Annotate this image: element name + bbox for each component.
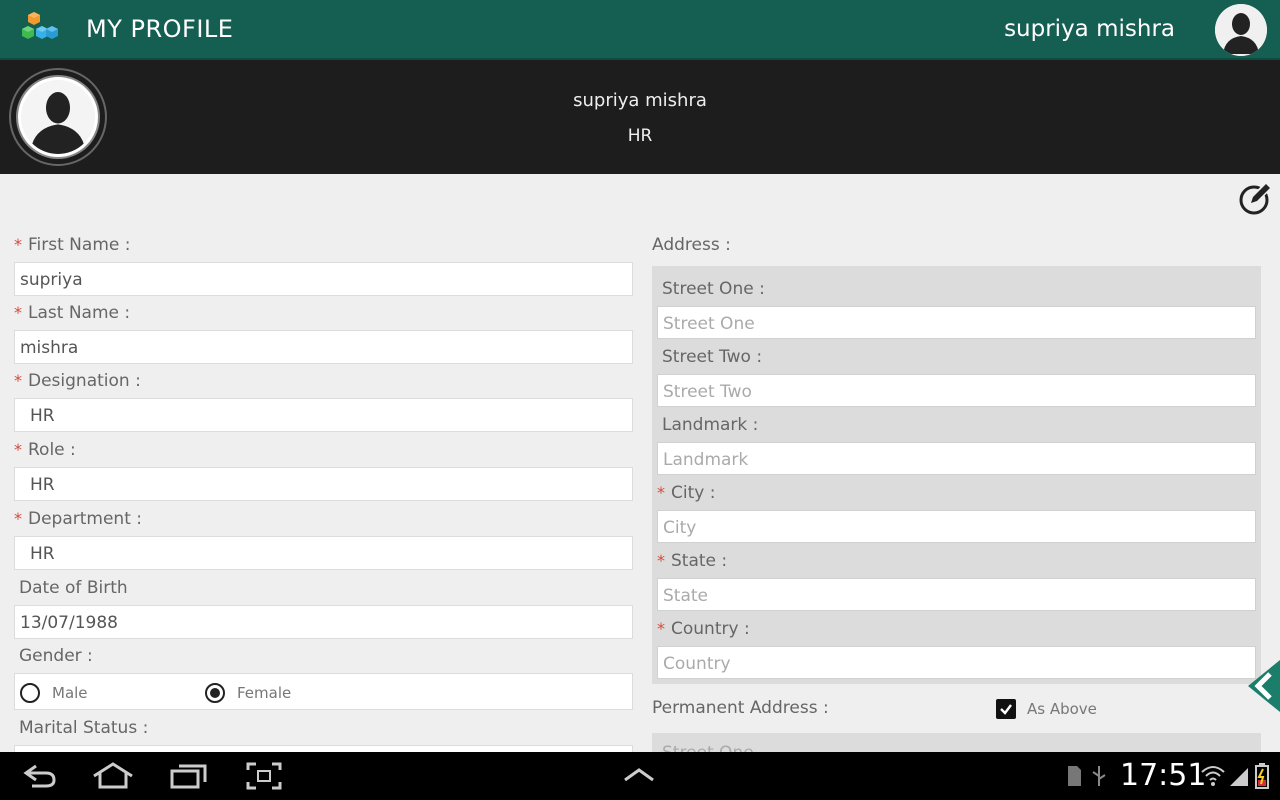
page-title: MY PROFILE xyxy=(86,15,234,43)
state-input[interactable]: State xyxy=(657,578,1256,611)
city-input[interactable]: City xyxy=(657,510,1256,543)
country-label: * Country : xyxy=(657,619,750,639)
required-mark: * xyxy=(14,235,22,254)
gender-male-radio[interactable] xyxy=(20,683,40,703)
gender-radio-group: Male Female xyxy=(14,673,633,710)
first-name-field[interactable]: supriya xyxy=(14,262,633,296)
user-silhouette-icon xyxy=(1215,4,1267,56)
permanent-address-panel: Street One xyxy=(652,733,1261,753)
header-user-name: supriya mishra xyxy=(1004,16,1175,42)
address-label: Address : xyxy=(652,235,731,255)
drawer-handle-icon[interactable] xyxy=(1248,660,1280,712)
required-mark: * xyxy=(657,619,665,638)
permanent-address-label: Permanent Address : xyxy=(652,698,829,718)
app-bar: MY PROFILE supriya mishra xyxy=(0,0,1280,60)
gender-label: Gender : xyxy=(19,646,93,666)
chevron-up-icon[interactable] xyxy=(622,766,656,784)
required-mark: * xyxy=(657,483,665,502)
dob-field[interactable]: 13/07/1988 xyxy=(14,605,633,639)
gender-male-label[interactable]: Male xyxy=(52,684,88,702)
department-label-text: Department : xyxy=(28,509,143,529)
required-mark: * xyxy=(657,551,665,570)
country-label-text: Country : xyxy=(671,619,750,639)
app-logo-icon[interactable] xyxy=(18,10,62,50)
status-clock: 17:51 xyxy=(1120,758,1207,793)
checkmark-icon xyxy=(1000,704,1012,715)
sd-card-icon xyxy=(1068,766,1081,786)
wifi-icon xyxy=(1201,766,1225,786)
first-name-label: * First Name : xyxy=(14,235,130,255)
system-nav-bar: 17:51 xyxy=(0,752,1280,800)
dob-label: Date of Birth xyxy=(19,578,128,598)
edit-icon[interactable] xyxy=(1238,182,1272,216)
first-name-label-text: First Name : xyxy=(28,235,131,255)
department-field[interactable]: HR xyxy=(14,536,633,570)
gender-female-radio[interactable] xyxy=(205,683,225,703)
required-mark: * xyxy=(14,371,22,390)
recent-apps-icon[interactable] xyxy=(170,762,208,790)
last-name-label: * Last Name : xyxy=(14,303,130,323)
last-name-label-text: Last Name : xyxy=(28,303,131,323)
street-one-input[interactable]: Street One xyxy=(657,306,1256,339)
landmark-label: Landmark : xyxy=(662,415,759,435)
city-label-text: City : xyxy=(671,483,716,503)
designation-label-text: Designation : xyxy=(28,371,141,391)
street-two-input[interactable]: Street Two xyxy=(657,374,1256,407)
required-mark: * xyxy=(14,440,22,459)
role-label-text: Role : xyxy=(28,440,76,460)
profile-avatar[interactable] xyxy=(9,68,107,166)
landmark-input[interactable]: Landmark xyxy=(657,442,1256,475)
designation-label: * Designation : xyxy=(14,371,141,391)
battery-icon xyxy=(1255,763,1269,789)
gender-female-label[interactable]: Female xyxy=(237,684,291,702)
street-one-label: Street One : xyxy=(662,279,765,299)
city-label: * City : xyxy=(657,483,715,503)
profile-name: supriya mishra xyxy=(573,90,707,111)
required-mark: * xyxy=(14,509,22,528)
country-input[interactable]: Country xyxy=(657,646,1256,679)
state-label: * State : xyxy=(657,551,727,571)
last-name-field[interactable]: mishra xyxy=(14,330,633,364)
marital-status-label: Marital Status : xyxy=(19,718,149,738)
as-above-checkbox[interactable] xyxy=(996,699,1016,719)
role-field[interactable]: HR xyxy=(14,467,633,501)
home-icon[interactable] xyxy=(92,762,134,790)
role-label: * Role : xyxy=(14,440,76,460)
signal-icon xyxy=(1230,768,1248,786)
department-label: * Department : xyxy=(14,509,142,529)
as-above-label[interactable]: As Above xyxy=(1027,700,1097,718)
state-label-text: State : xyxy=(671,551,728,571)
usb-icon xyxy=(1092,766,1106,786)
street-two-label: Street Two : xyxy=(662,347,763,367)
profile-role: HR xyxy=(627,126,653,146)
screenshot-icon[interactable] xyxy=(246,762,282,790)
required-mark: * xyxy=(14,303,22,322)
profile-header: supriya mishra HR xyxy=(0,60,1280,174)
designation-field[interactable]: HR xyxy=(14,398,633,432)
user-avatar[interactable] xyxy=(1215,4,1267,56)
back-icon[interactable] xyxy=(22,762,58,790)
